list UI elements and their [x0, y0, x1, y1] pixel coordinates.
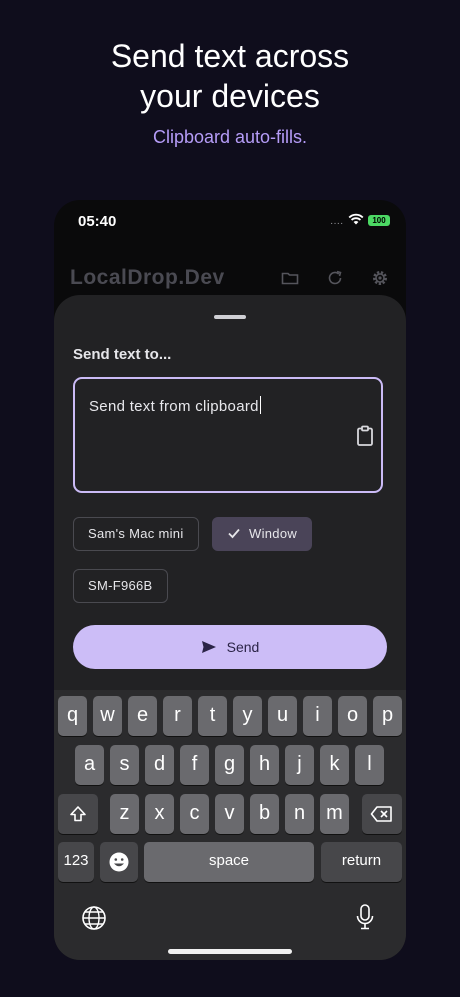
key-z[interactable]: z	[110, 794, 139, 834]
check-icon	[228, 528, 240, 539]
key-i[interactable]: i	[303, 696, 332, 736]
key-t[interactable]: t	[198, 696, 227, 736]
promo-subline: Clipboard auto-fills.	[152, 127, 308, 147]
key-b[interactable]: b	[250, 794, 279, 834]
gear-icon[interactable]	[370, 268, 390, 288]
key-c[interactable]: c	[180, 794, 209, 834]
key-r[interactable]: r	[163, 696, 192, 736]
clipboard-icon[interactable]	[355, 425, 375, 447]
key-a[interactable]: a	[75, 745, 104, 785]
device-chip-label: Sam's Mac mini	[88, 526, 184, 541]
app-title: LocalDrop.Dev	[70, 266, 225, 289]
device-chip-window[interactable]: Window	[212, 517, 313, 551]
device-chip-label: Window	[249, 526, 298, 541]
on-screen-keyboard: q w e r t y u i o p a s d f g h j k l z …	[54, 690, 406, 960]
key-j[interactable]: j	[285, 745, 314, 785]
promo-headline-line1: Send text across	[110, 38, 350, 74]
send-button[interactable]: Send	[73, 625, 387, 669]
emoji-key[interactable]	[100, 842, 138, 882]
home-indicator[interactable]	[168, 949, 292, 954]
wifi-icon	[348, 213, 364, 225]
refresh-icon[interactable]	[325, 268, 345, 288]
device-chip-sams-mac-mini[interactable]: Sam's Mac mini	[73, 517, 199, 551]
sheet-label: Send text to...	[73, 346, 172, 363]
shift-icon	[70, 806, 86, 822]
globe-icon[interactable]	[81, 905, 107, 931]
key-q[interactable]: q	[58, 696, 87, 736]
key-h[interactable]: h	[250, 745, 279, 785]
shift-key[interactable]	[58, 794, 98, 834]
battery-indicator: 100	[368, 215, 390, 226]
key-u[interactable]: u	[268, 696, 297, 736]
device-chip-label: SM-F966B	[88, 578, 153, 593]
key-p[interactable]: p	[373, 696, 402, 736]
send-text-input[interactable]: Send text from clipboard	[73, 377, 383, 493]
folder-icon[interactable]	[280, 268, 300, 288]
numbers-key[interactable]: 123	[58, 842, 94, 882]
send-button-label: Send	[226, 639, 260, 655]
send-text-value: Send text from clipboard	[89, 398, 259, 415]
key-e[interactable]: e	[128, 696, 157, 736]
microphone-icon[interactable]	[354, 903, 376, 931]
key-k[interactable]: k	[320, 745, 349, 785]
emoji-icon	[109, 852, 129, 872]
device-chip-sm-f966b[interactable]: SM-F966B	[73, 569, 168, 603]
send-icon	[201, 641, 216, 653]
phone-screen: 05:40 ···· 100 LocalDrop.Dev Send text t…	[54, 200, 406, 960]
space-key[interactable]: space	[144, 842, 314, 882]
key-f[interactable]: f	[180, 745, 209, 785]
promo-headline-line2: your devices	[140, 78, 320, 114]
promo-headline: Send text across your devices	[0, 36, 460, 116]
key-o[interactable]: o	[338, 696, 367, 736]
send-text-sheet: Send text to... Send text from clipboard…	[54, 295, 406, 960]
backspace-icon	[370, 806, 392, 822]
sheet-drag-handle[interactable]	[214, 315, 246, 319]
key-d[interactable]: d	[145, 745, 174, 785]
status-time: 05:40	[78, 213, 117, 230]
key-v[interactable]: v	[215, 794, 244, 834]
key-l[interactable]: l	[355, 745, 384, 785]
key-s[interactable]: s	[110, 745, 139, 785]
key-w[interactable]: w	[93, 696, 122, 736]
key-y[interactable]: y	[233, 696, 262, 736]
return-key[interactable]: return	[321, 842, 402, 882]
key-x[interactable]: x	[145, 794, 174, 834]
key-n[interactable]: n	[285, 794, 314, 834]
key-g[interactable]: g	[215, 745, 244, 785]
key-m[interactable]: m	[320, 794, 349, 834]
send-text-value-wrap: Send text from clipboard	[89, 396, 262, 415]
text-caret	[259, 396, 262, 414]
signal-dots: ····	[330, 218, 344, 229]
backspace-key[interactable]	[362, 794, 402, 834]
